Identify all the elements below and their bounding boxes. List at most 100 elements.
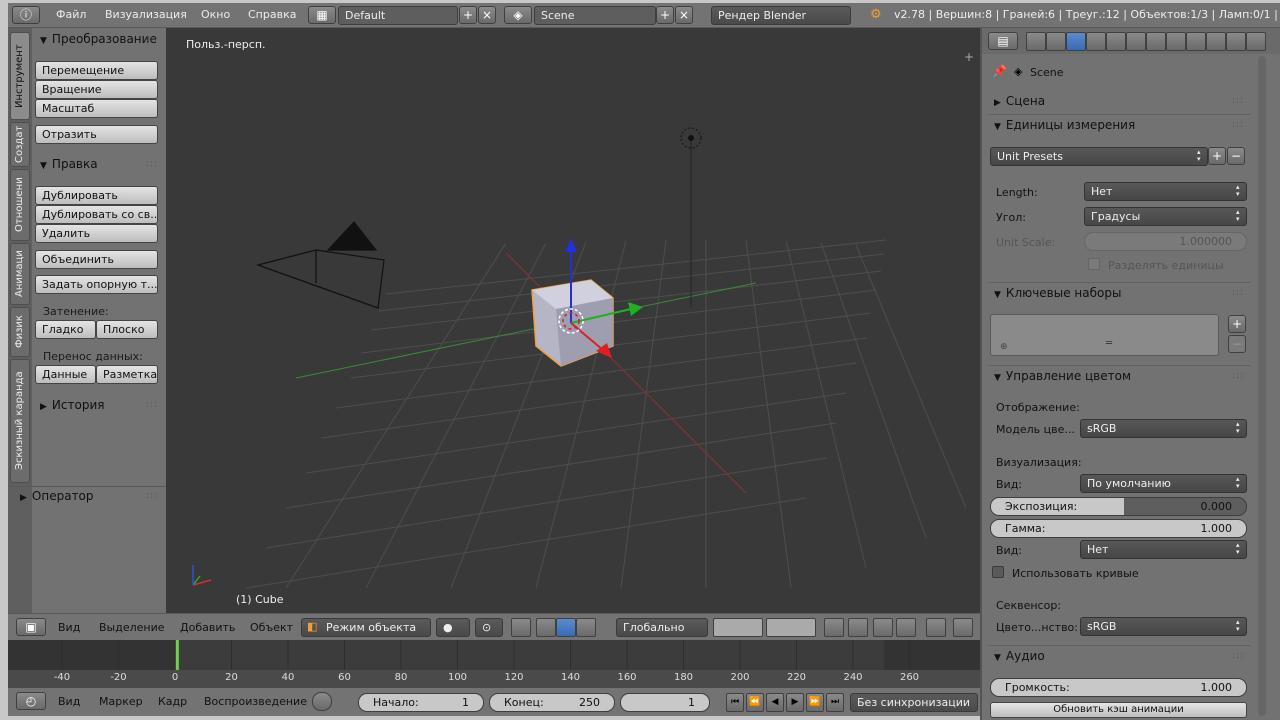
- tab-animation[interactable]: Анимаци: [10, 243, 30, 305]
- constraints-tab-icon[interactable]: [1126, 32, 1146, 51]
- play-icon[interactable]: ▶: [786, 693, 804, 712]
- pin-icon[interactable]: 📌: [992, 64, 1007, 78]
- sync-mode-select[interactable]: Без синхронизации: [850, 693, 978, 712]
- rotate-manipulator-icon[interactable]: [556, 618, 576, 637]
- drag-handle-icon[interactable]: :::: [1232, 288, 1244, 298]
- delete-button[interactable]: Удалить: [35, 224, 158, 243]
- screen-layout-field[interactable]: Default: [338, 6, 458, 25]
- drag-handle-icon[interactable]: :::: [1232, 651, 1244, 661]
- exposure-slider[interactable]: Экспозиция: 0.000: [990, 497, 1247, 516]
- look-select[interactable]: Нет: [1080, 540, 1247, 559]
- layers-grid-b[interactable]: [766, 618, 816, 637]
- view-transform-select[interactable]: По умолчанию: [1080, 474, 1247, 493]
- menu-object[interactable]: Объект: [250, 621, 293, 634]
- add-keying-set-icon[interactable]: +: [1228, 315, 1246, 333]
- panel-keying-header[interactable]: ▼ Ключевые наборы: [994, 286, 1121, 300]
- particles-tab-icon[interactable]: [1226, 32, 1246, 51]
- snap-target-icon[interactable]: [896, 618, 916, 637]
- current-frame-field[interactable]: 1: [620, 693, 710, 712]
- remove-scene-icon[interactable]: ×: [675, 6, 693, 24]
- remove-keying-set-icon[interactable]: −: [1228, 335, 1246, 353]
- orientation-select[interactable]: Глобально: [616, 618, 708, 637]
- tab-tools[interactable]: Инструмент: [10, 32, 30, 120]
- add-layout-icon[interactable]: +: [459, 6, 477, 24]
- manipulator-toggle-icon[interactable]: [511, 618, 531, 637]
- scene-field[interactable]: Scene: [534, 6, 656, 25]
- current-frame-cursor[interactable]: [175, 640, 179, 670]
- jump-keyframe-forward-icon[interactable]: ⏩: [806, 693, 824, 712]
- tab-create[interactable]: Создат: [10, 122, 30, 167]
- smooth-button[interactable]: Гладко: [35, 320, 96, 339]
- menu-view[interactable]: Вид: [58, 695, 80, 708]
- editor-type-icon[interactable]: ▤: [988, 32, 1018, 50]
- drag-handle-icon[interactable]: :::: [146, 159, 158, 169]
- material-tab-icon[interactable]: [1186, 32, 1206, 51]
- jump-end-icon[interactable]: ⏭: [826, 693, 844, 712]
- duplicate-button[interactable]: Дублировать: [35, 186, 158, 205]
- properties-toggle-icon[interactable]: +: [964, 50, 974, 64]
- tab-relations[interactable]: Отношени: [10, 169, 30, 241]
- scale-button[interactable]: Масштаб: [35, 99, 158, 118]
- scrollbar[interactable]: [1258, 56, 1266, 716]
- display-device-select[interactable]: sRGB: [1080, 419, 1247, 438]
- unit-scale-field[interactable]: 1.000000: [1084, 232, 1247, 251]
- render-layers-tab-icon[interactable]: [1046, 32, 1066, 51]
- translate-manipulator-icon[interactable]: [536, 618, 556, 637]
- panel-audio-header[interactable]: ▼ Аудио: [994, 649, 1045, 663]
- jump-keyframe-back-icon[interactable]: ⏪: [746, 693, 764, 712]
- jump-start-icon[interactable]: ⏮: [726, 693, 744, 712]
- drag-handle-icon[interactable]: :::: [1232, 96, 1244, 106]
- texture-tab-icon[interactable]: [1206, 32, 1226, 51]
- opengl-render-icon[interactable]: [926, 618, 946, 637]
- drag-handle-icon[interactable]: :::: [146, 491, 158, 501]
- panel-history-header[interactable]: ▶ История: [40, 398, 104, 412]
- frame-end-field[interactable]: Конец: 250: [489, 693, 615, 712]
- object-tab-icon[interactable]: [1106, 32, 1126, 51]
- add-scene-icon[interactable]: +: [656, 6, 674, 24]
- gamma-slider[interactable]: Гамма: 1.000: [990, 519, 1247, 538]
- angle-select[interactable]: Градусы: [1084, 207, 1247, 226]
- set-origin-button[interactable]: Задать опорную т...: [35, 275, 158, 294]
- world-tab-icon[interactable]: [1086, 32, 1106, 51]
- viewport-shading-select[interactable]: ●: [436, 618, 470, 637]
- join-button[interactable]: Объединить: [35, 250, 158, 269]
- menu-add[interactable]: Добавить: [180, 621, 235, 634]
- auto-key-icon[interactable]: [312, 692, 332, 711]
- remove-preset-icon[interactable]: −: [1227, 147, 1245, 165]
- menu-help[interactable]: Справка: [248, 8, 296, 21]
- list-grip-icon[interactable]: ═: [1106, 338, 1112, 349]
- duplicate-linked-button[interactable]: Дублировать со св...: [35, 205, 158, 224]
- render-engine-select[interactable]: Рендер Blender: [711, 6, 851, 25]
- rotate-button[interactable]: Вращение: [35, 80, 158, 99]
- pivot-point-select[interactable]: ⊙: [475, 618, 503, 637]
- info-editor-type-icon[interactable]: ⓘ: [12, 6, 40, 24]
- update-cache-button[interactable]: Обновить кэш анимации: [990, 702, 1247, 718]
- add-preset-icon[interactable]: +: [1208, 147, 1226, 165]
- keying-set-list[interactable]: [990, 314, 1219, 356]
- layers-grid-a[interactable]: [713, 618, 763, 637]
- tab-grease-pencil[interactable]: Эскизный каранда: [10, 359, 30, 483]
- menu-render[interactable]: Визуализация: [105, 8, 187, 21]
- timeline-area[interactable]: -40 -20 0 20 40 60 80 100 120 140 160 180 200 220 240 2…: [8, 640, 980, 688]
- modifiers-tab-icon[interactable]: [1146, 32, 1166, 51]
- volume-slider[interactable]: Громкость: 1.000: [990, 678, 1247, 697]
- menu-playback[interactable]: Воспроизведение: [204, 695, 307, 708]
- use-curves-checkbox[interactable]: [992, 566, 1004, 578]
- flat-button[interactable]: Плоско: [96, 320, 158, 339]
- menu-marker[interactable]: Маркер: [99, 695, 143, 708]
- data-tab-icon[interactable]: [1166, 32, 1186, 51]
- length-select[interactable]: Нет: [1084, 182, 1247, 201]
- physics-tab-icon[interactable]: [1246, 32, 1266, 51]
- 3d-viewport[interactable]: Польз.-персп. (1) Cube +: [166, 28, 980, 613]
- play-reverse-icon[interactable]: ◀: [766, 693, 784, 712]
- snap-icon[interactable]: [873, 618, 893, 637]
- menu-frame[interactable]: Кадр: [158, 695, 187, 708]
- proportional-edit-icon[interactable]: [848, 618, 868, 637]
- drag-handle-icon[interactable]: :::: [146, 34, 158, 44]
- scene-icon[interactable]: ◈: [504, 6, 532, 24]
- lock-camera-icon[interactable]: [824, 618, 844, 637]
- panel-transform-header[interactable]: ▼ Преобразование: [40, 32, 157, 46]
- scene-tab-icon[interactable]: [1066, 32, 1086, 51]
- mirror-button[interactable]: Отразить: [35, 125, 158, 144]
- panel-scene-header[interactable]: ▶ Сцена: [994, 94, 1045, 108]
